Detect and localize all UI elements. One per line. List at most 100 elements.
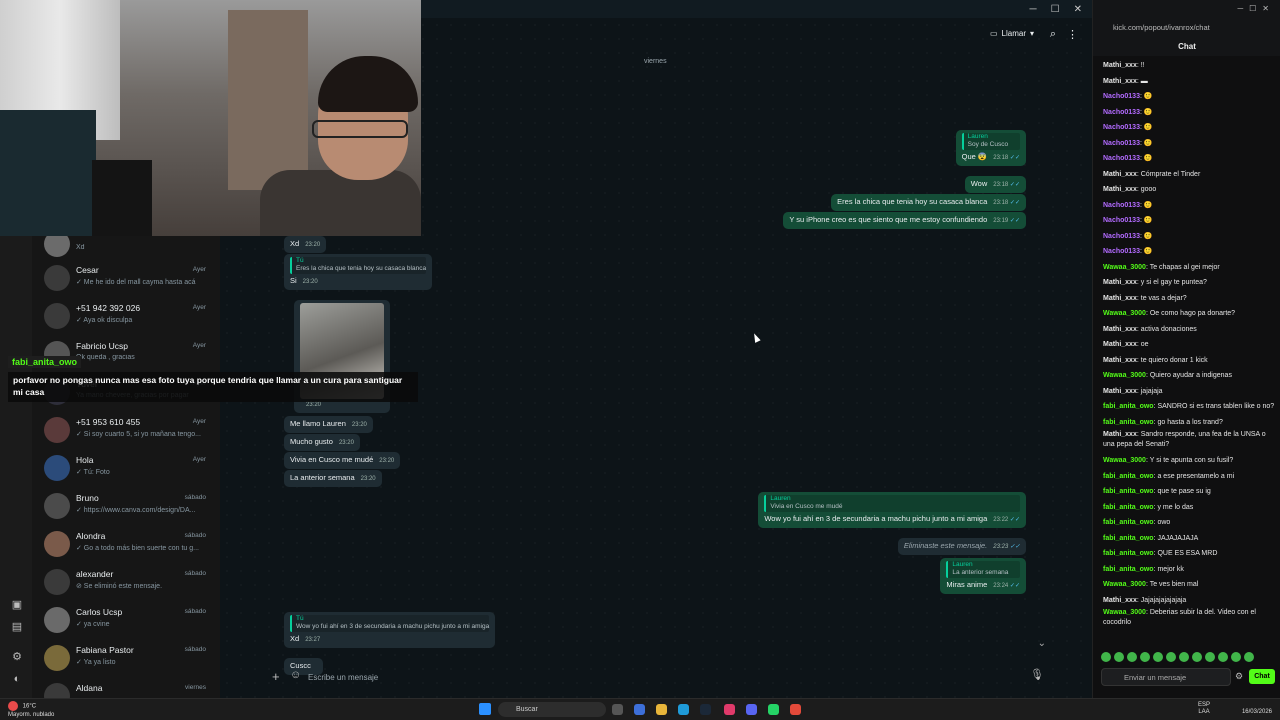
kick-chat-message[interactable]: Mathi_xxx: jajajaja [1103,384,1275,400]
emote-icon[interactable] [1166,652,1176,662]
outgoing-message[interactable]: Wow 23:18 ✓✓ [964,176,1026,193]
chat-username[interactable]: Nacho0133 [1103,217,1140,224]
chat-list-item[interactable]: alexander ⊘ Se eliminó este mensaje. sábad… [32,566,220,604]
more-options-icon[interactable]: ⋮ [1067,28,1078,41]
chat-username[interactable]: Wawaa_3000 [1103,264,1146,271]
attach-icon[interactable]: + [272,669,280,684]
kick-chat-message[interactable]: fabi_anita_owo: y me lo das [1103,500,1275,516]
chat-username[interactable]: Nacho0133 [1103,155,1140,162]
chat-username[interactable]: fabi_anita_owo [1103,535,1154,542]
chat-list-item[interactable]: Aldana viernes [32,680,220,698]
incoming-message[interactable]: Vivia en Cusco me mudé 23:20 [284,452,401,469]
kick-chat-message[interactable]: Wawaa_3000: Y si te apunta con su fusil? [1103,453,1275,469]
kick-chat-message[interactable]: Mathi_xxx: Jajajajajajajaja [1103,593,1275,609]
chat-username[interactable]: Nacho0133 [1103,93,1140,100]
kick-chat-message[interactable]: Mathi_xxx: ‼ [1103,58,1275,74]
chat-username[interactable]: fabi_anita_owo [1103,504,1154,511]
incoming-message[interactable]: Tú Wow yo fui ahí en 3 de secundaria a ma… [284,612,496,648]
chat-list-item[interactable]: Carlos Ucsp ✓ ya cvine sábado [32,604,220,642]
chat-list-item[interactable]: +51 953 610 455 ✓ Si soy cuarto 5, si yo … [32,414,220,452]
chat-username[interactable]: Nacho0133 [1103,233,1140,240]
chat-username[interactable]: Mathi_xxx [1103,431,1137,438]
kick-chat-message[interactable]: Nacho0133: 🙂 [1103,229,1275,245]
kick-chat-message[interactable]: Mathi_xxx: y si el gay te puntea? [1103,275,1275,291]
call-button[interactable]: ▭ Llamar ▾ [990,29,1034,38]
emote-icon[interactable] [1205,652,1215,662]
chat-username[interactable]: Wawaa_3000 [1103,581,1146,588]
chat-username[interactable]: Mathi_xxx [1103,186,1137,193]
chat-username[interactable]: Mathi_xxx [1103,388,1137,395]
emote-icon[interactable] [1218,652,1228,662]
chat-username[interactable]: Mathi_xxx [1103,279,1137,286]
window-controls[interactable]: ─☐✕ [1237,4,1275,13]
chat-username[interactable]: fabi_anita_owo [1103,403,1154,410]
kick-chat-message[interactable]: Nacho0133: 🙂 [1103,105,1275,121]
gear-icon[interactable]: ⚙ [1235,671,1243,682]
quoted-message[interactable]: Tú Eres la chica que tenia hoy su casaca … [290,257,427,274]
chat-list-item[interactable]: Alondra ✓ Go a todo más bien suerte con t… [32,528,220,566]
kick-chat-message[interactable]: Mathi_xxx: te vas a dejar? [1103,291,1275,307]
clock[interactable]: 16/03/2026 [1242,702,1272,716]
scroll-down-icon[interactable]: ⌄ [1038,638,1046,649]
emote-icon[interactable] [1244,652,1254,662]
kick-chat-message[interactable]: Wawaa_3000: Quiero ayudar a indigenas [1103,368,1275,384]
kick-chat-message[interactable]: Wawaa_3000: Deberias subir la del. Video… [1103,608,1275,628]
chat-username[interactable]: fabi_anita_owo [1103,550,1154,557]
emoji-icon[interactable]: ☺ [290,669,301,681]
incoming-message[interactable]: Tú Eres la chica que tenia hoy su casaca … [284,254,433,290]
incoming-message[interactable]: Me llamo Lauren 23:20 [284,416,373,433]
send-chat-button[interactable]: Chat [1249,669,1275,684]
kick-chat-message[interactable]: fabi_anita_owo: go hasta a los trand? [1103,415,1275,431]
outgoing-message[interactable]: Lauren Soy de Cusco Que 😨 23:18 ✓✓ [955,130,1026,166]
chat-list-item[interactable]: Hola ✓ Tú: Foto Ayer [32,452,220,490]
emote-icon[interactable] [1179,652,1189,662]
kick-chat-message[interactable]: Nacho0133: 🙂 [1103,213,1275,229]
kick-chat-message[interactable]: Nacho0133: 🙂 [1103,120,1275,136]
kick-chat-message[interactable]: Nacho0133: 🙂 [1103,136,1275,152]
start-button[interactable] [479,703,491,715]
emote-icon[interactable] [1114,652,1124,662]
kick-chat-message[interactable]: Nacho0133: 🙂 [1103,151,1275,167]
task-view-icon[interactable] [612,704,623,715]
language-indicator[interactable]: ESP LAA [1198,702,1210,716]
kick-chat-message[interactable]: Mathi_xxx: activa donaciones [1103,322,1275,338]
chat-username[interactable]: fabi_anita_owo [1103,473,1154,480]
chat-username[interactable]: Nacho0133 [1103,109,1140,116]
chat-username[interactable]: Mathi_xxx [1103,171,1137,178]
taskbar-search[interactable]: Buscar [498,702,606,717]
emote-icon[interactable] [1101,652,1111,662]
outgoing-message[interactable]: Lauren La anterior semana Miras anime 23:24… [940,558,1026,594]
profile-icon[interactable]: ◐ [10,672,24,686]
steam-icon[interactable] [700,704,711,715]
chat-username[interactable]: Mathi_xxx [1103,295,1137,302]
chat-username[interactable]: Mathi_xxx [1103,597,1137,604]
kick-chat-message[interactable]: Mathi_xxx: gooo [1103,182,1275,198]
app-icon[interactable] [724,704,735,715]
kick-chat-message[interactable]: fabi_anita_owo: a ese presentamelo a mi [1103,469,1275,485]
maximize-icon[interactable]: ☐ [1051,4,1060,15]
whatsapp-icon[interactable] [768,704,779,715]
chat-username[interactable]: fabi_anita_owo [1103,519,1154,526]
search-icon[interactable]: ⌕ [1050,28,1056,41]
chat-username[interactable]: Wawaa_3000 [1103,372,1146,379]
kick-chat-message[interactable]: Mathi_xxx: oe [1103,337,1275,353]
chat-list-item[interactable]: Fabiana Pastor ✓ Ya ya listo sábado [32,642,220,680]
weather-widget[interactable]: 16°C Mayorm. nublado [8,701,54,719]
chat-username[interactable]: fabi_anita_owo [1103,566,1154,573]
file-explorer-icon[interactable] [656,704,667,715]
chat-username[interactable]: Mathi_xxx [1103,341,1137,348]
kick-chat-message[interactable]: fabi_anita_owo: mejor kk [1103,562,1275,578]
chat-username[interactable]: Mathi_xxx [1103,357,1137,364]
kick-chat-message[interactable]: Nacho0133: 🙂 [1103,198,1275,214]
chat-username[interactable]: Mathi_xxx [1103,326,1137,333]
kick-chat-message[interactable]: Wawaa_3000: Oe como hago pa donarte? [1103,306,1275,322]
chat-username[interactable]: Nacho0133 [1103,248,1140,255]
kick-chat-message[interactable]: Nacho0133: 🙂 [1103,244,1275,260]
kick-chat-message[interactable]: fabi_anita_owo: owo [1103,515,1275,531]
outgoing-message[interactable]: Lauren Vivia en Cusco me mudé Wow yo fui a… [758,492,1026,528]
chat-username[interactable]: Wawaa_3000 [1103,310,1146,317]
emote-icon[interactable] [1140,652,1150,662]
emote-icon[interactable] [1231,652,1241,662]
app-icon[interactable] [634,704,645,715]
minimize-icon[interactable]: ─ [1030,4,1037,15]
